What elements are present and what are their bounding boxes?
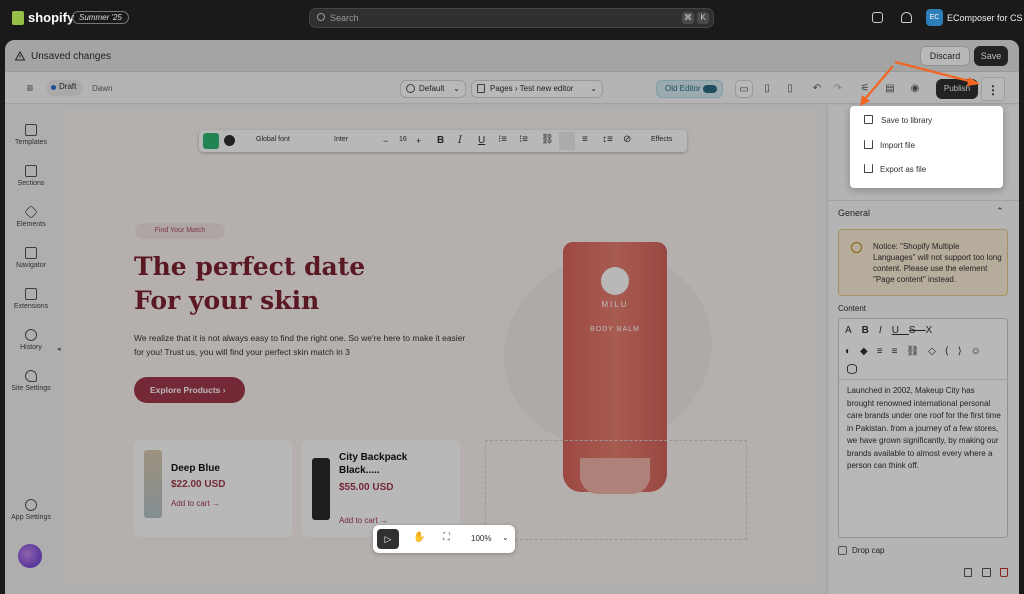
store-avatar: EC <box>926 9 943 26</box>
search-icon <box>317 13 325 21</box>
database-icon[interactable] <box>872 12 883 23</box>
search-input[interactable]: Search ⌘ K <box>309 8 714 28</box>
upload-icon <box>864 164 873 173</box>
cursor-icon: ▷ <box>384 534 392 544</box>
zoom-level[interactable]: 100% <box>471 534 491 543</box>
select-mode-button[interactable]: ▷ <box>377 529 399 549</box>
shortcut-k-key: K <box>697 12 709 24</box>
menu-item-import-file[interactable]: Import file <box>850 133 1003 157</box>
shopify-bag-icon <box>12 10 24 25</box>
menu-item-export-file[interactable]: Export as file <box>850 157 1003 181</box>
more-options-menu: Save to library Import file Export as fi… <box>850 106 1003 188</box>
canvas-bottom-toolbar: ▷ ✋ ⛶ 100% ⌄ <box>373 525 515 553</box>
store-switcher[interactable]: EC EComposer for CS <box>926 9 1023 26</box>
hand-tool-icon[interactable]: ✋ <box>413 532 425 543</box>
chevron-down-icon[interactable]: ⌄ <box>502 533 509 542</box>
shortcut-cmd-key: ⌘ <box>682 12 694 24</box>
edition-badge: Summer '25 <box>72 11 129 24</box>
menu-item-save-to-library[interactable]: Save to library <box>852 107 1001 132</box>
folder-add-icon <box>864 115 873 124</box>
fit-screen-icon[interactable]: ⛶ <box>443 532 450 543</box>
shopify-topbar: shopify Summer '25 Search ⌘ K EC ECompos… <box>0 0 1024 36</box>
download-icon <box>864 140 873 149</box>
shopify-logo[interactable]: shopify <box>12 10 74 25</box>
bell-icon[interactable] <box>901 12 912 23</box>
